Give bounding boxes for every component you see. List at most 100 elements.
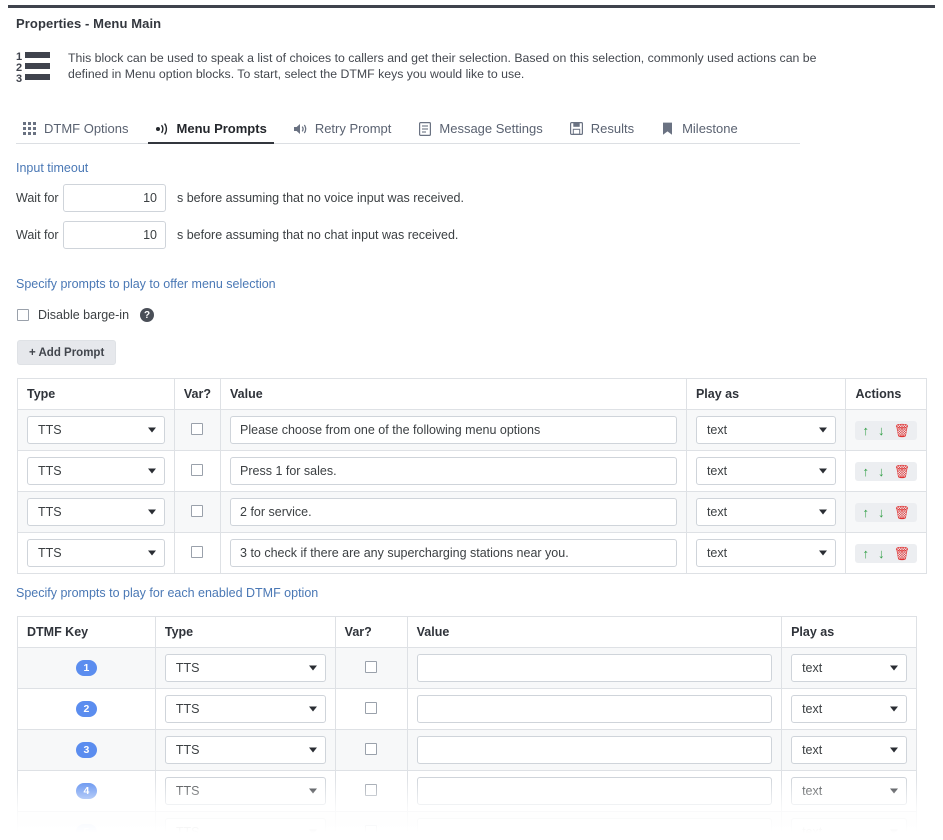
tab-message-settings[interactable]: Message Settings	[404, 121, 555, 143]
value-input[interactable]	[417, 736, 772, 764]
var-checkbox[interactable]	[365, 825, 377, 837]
tab-label: Milestone	[682, 121, 738, 136]
var-checkbox[interactable]	[191, 505, 203, 517]
voice-timeout-suffix: s before assuming that no voice input wa…	[177, 191, 464, 205]
chevron-down-icon	[148, 469, 156, 474]
floppy-save-icon	[569, 121, 584, 136]
play-as-select[interactable]: text	[791, 777, 907, 805]
delete-icon[interactable]: 🗑	[893, 424, 910, 437]
var-checkbox[interactable]	[365, 743, 377, 755]
tab-retry-prompt[interactable]: Retry Prompt	[280, 121, 405, 143]
voice-timeout-input[interactable]: 10	[63, 184, 166, 212]
play-as-select[interactable]: text	[696, 539, 837, 567]
tab-milestone[interactable]: Milestone	[647, 121, 751, 143]
value-input[interactable]	[417, 695, 772, 723]
delete-icon[interactable]: 🗑	[893, 547, 910, 560]
tab-results[interactable]: Results	[556, 121, 647, 143]
play-as-value: text	[802, 743, 822, 757]
section-label-dtmf-prompts: Specify prompts to play for each enabled…	[16, 586, 318, 600]
type-select[interactable]: TTS	[27, 498, 165, 526]
type-value: TTS	[38, 423, 62, 437]
cell-var	[335, 648, 407, 689]
type-select[interactable]: TTS	[27, 416, 165, 444]
move-down-icon[interactable]: ↓	[878, 465, 885, 478]
var-checkbox[interactable]	[191, 423, 203, 435]
value-input[interactable]	[417, 654, 772, 682]
chevron-down-icon	[148, 551, 156, 556]
disable-barge-in-checkbox[interactable]	[17, 309, 29, 321]
play-as-value: text	[802, 825, 822, 839]
dtmf-key-badge: 2	[76, 701, 97, 717]
play-as-select[interactable]: text	[696, 457, 837, 485]
table-row: 3 TTS text	[18, 730, 917, 771]
add-prompt-button[interactable]: + Add Prompt	[17, 340, 116, 365]
chat-timeout-input[interactable]: 10	[63, 221, 166, 249]
table-row: 5 TTS text	[18, 812, 917, 840]
type-select[interactable]: TTS	[27, 457, 165, 485]
type-value: TTS	[176, 661, 200, 675]
type-select[interactable]: TTS	[165, 654, 326, 682]
move-up-icon[interactable]: ↑	[862, 547, 869, 560]
play-as-select[interactable]: text	[791, 736, 907, 764]
delete-icon[interactable]: 🗑	[893, 465, 910, 478]
tab-dtmf-options[interactable]: DTMF Options	[16, 121, 142, 143]
value-input[interactable]: 3 to check if there are any superchargin…	[230, 539, 677, 567]
play-as-value: text	[802, 702, 822, 716]
type-select[interactable]: TTS	[165, 695, 326, 723]
chevron-down-icon	[819, 551, 827, 556]
chevron-down-icon	[890, 748, 898, 753]
value-input[interactable]: Please choose from one of the following …	[230, 416, 677, 444]
cell-var	[335, 812, 407, 840]
chevron-down-icon	[890, 666, 898, 671]
question-mark-icon[interactable]: ?	[140, 308, 154, 322]
table-row: TTS Please choose from one of the follow…	[18, 410, 927, 451]
value-input[interactable]: 2 for service.	[230, 498, 677, 526]
type-select[interactable]: TTS	[165, 736, 326, 764]
type-value: TTS	[176, 825, 200, 839]
var-checkbox[interactable]	[191, 464, 203, 476]
cell-play-as: text	[782, 730, 917, 771]
cell-type: TTS	[18, 492, 175, 533]
var-checkbox[interactable]	[365, 784, 377, 796]
move-down-icon[interactable]: ↓	[878, 547, 885, 560]
var-checkbox[interactable]	[365, 661, 377, 673]
tab-menu-prompts[interactable]: Menu Prompts	[142, 121, 280, 143]
chat-timeout-prefix: Wait for	[16, 228, 63, 242]
value-input[interactable]	[417, 818, 772, 840]
move-down-icon[interactable]: ↓	[878, 424, 885, 437]
move-down-icon[interactable]: ↓	[878, 506, 885, 519]
play-as-value: text	[707, 546, 727, 560]
move-up-icon[interactable]: ↑	[862, 465, 869, 478]
chevron-down-icon	[148, 510, 156, 515]
play-as-select[interactable]: text	[696, 416, 837, 444]
disable-barge-in-label: Disable barge-in	[38, 308, 129, 322]
dtmf-prompts-table: DTMF Key Type Var? Value Play as 1 TTS	[17, 616, 917, 840]
play-as-select[interactable]: text	[791, 818, 907, 840]
chevron-down-icon	[890, 830, 898, 835]
play-as-select[interactable]: text	[791, 654, 907, 682]
table-row: TTS 2 for service. text	[18, 492, 927, 533]
play-as-select[interactable]: text	[696, 498, 837, 526]
delete-icon[interactable]: 🗑	[893, 506, 910, 519]
chat-timeout-suffix: s before assuming that no chat input was…	[177, 228, 458, 242]
cell-play-as: text	[782, 771, 917, 812]
type-select[interactable]: TTS	[165, 777, 326, 805]
var-checkbox[interactable]	[365, 702, 377, 714]
play-as-select[interactable]: text	[791, 695, 907, 723]
table-header-row: Type Var? Value Play as Actions	[18, 379, 927, 410]
cell-value	[407, 812, 781, 840]
type-select[interactable]: TTS	[165, 818, 326, 840]
voice-timeout-row: Wait for 10 s before assuming that no vo…	[16, 184, 464, 212]
var-checkbox[interactable]	[191, 546, 203, 558]
value-input[interactable]: Press 1 for sales.	[230, 457, 677, 485]
cell-value: 3 to check if there are any superchargin…	[221, 533, 687, 574]
cell-actions: ↑ ↓ 🗑	[846, 410, 927, 451]
cell-type: TTS	[18, 451, 175, 492]
table-row: TTS Press 1 for sales. text	[18, 451, 927, 492]
cell-play-as: text	[782, 648, 917, 689]
value-input[interactable]	[417, 777, 772, 805]
type-select[interactable]: TTS	[27, 539, 165, 567]
move-up-icon[interactable]: ↑	[862, 506, 869, 519]
speaker-icon	[293, 121, 308, 136]
move-up-icon[interactable]: ↑	[862, 424, 869, 437]
